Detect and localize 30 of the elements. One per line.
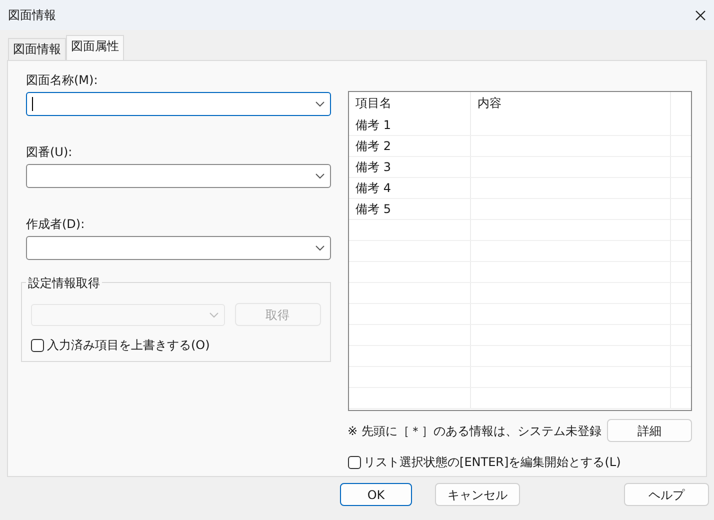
detail-button[interactable]: 詳細 xyxy=(607,419,692,442)
checkbox[interactable] xyxy=(31,338,44,352)
combo-box[interactable] xyxy=(26,164,331,188)
table-cell: 備考 3 xyxy=(348,157,471,177)
tab[interactable]: 図面情報 xyxy=(8,38,66,60)
window-title: 図面情報 xyxy=(8,7,56,24)
checkbox-label[interactable]: リスト選択状態の[ENTER]を編集開始とする(L) xyxy=(364,453,621,471)
dropdown-caret-icon[interactable] xyxy=(314,245,325,251)
dropdown-caret-icon[interactable] xyxy=(314,173,325,179)
dropdown-caret-icon[interactable] xyxy=(314,101,325,107)
table-cell: 備考 5 xyxy=(348,199,471,219)
combo-box[interactable] xyxy=(26,236,331,260)
close-icon[interactable] xyxy=(695,10,706,20)
checkbox-label[interactable]: 入力済み項目を上書きする(O) xyxy=(47,336,210,354)
table-cell: 備考 4 xyxy=(348,178,471,198)
dialog-button[interactable]: OK xyxy=(340,483,412,506)
field-label: 作成者(D): xyxy=(26,216,86,233)
column-header[interactable]: 内容 xyxy=(470,92,671,115)
dialog-button[interactable]: キャンセル xyxy=(435,483,520,506)
table-cell: 備考 2 xyxy=(348,136,471,156)
field-label: 図面名称(M): xyxy=(26,72,99,89)
combo-box[interactable] xyxy=(26,92,331,116)
dialog-button[interactable]: ヘルプ xyxy=(624,483,709,506)
note-text: ※ 先頭に［＊］のある情報は、システム未登録 xyxy=(348,422,602,440)
checkbox[interactable] xyxy=(348,456,361,468)
tab[interactable]: 図面属性 xyxy=(66,35,124,60)
table-cell: 備考 1 xyxy=(348,115,471,135)
group-title: 設定情報取得 xyxy=(26,274,102,292)
field-label: 図番(U): xyxy=(26,144,74,161)
column-header[interactable]: 項目名 xyxy=(348,92,471,115)
